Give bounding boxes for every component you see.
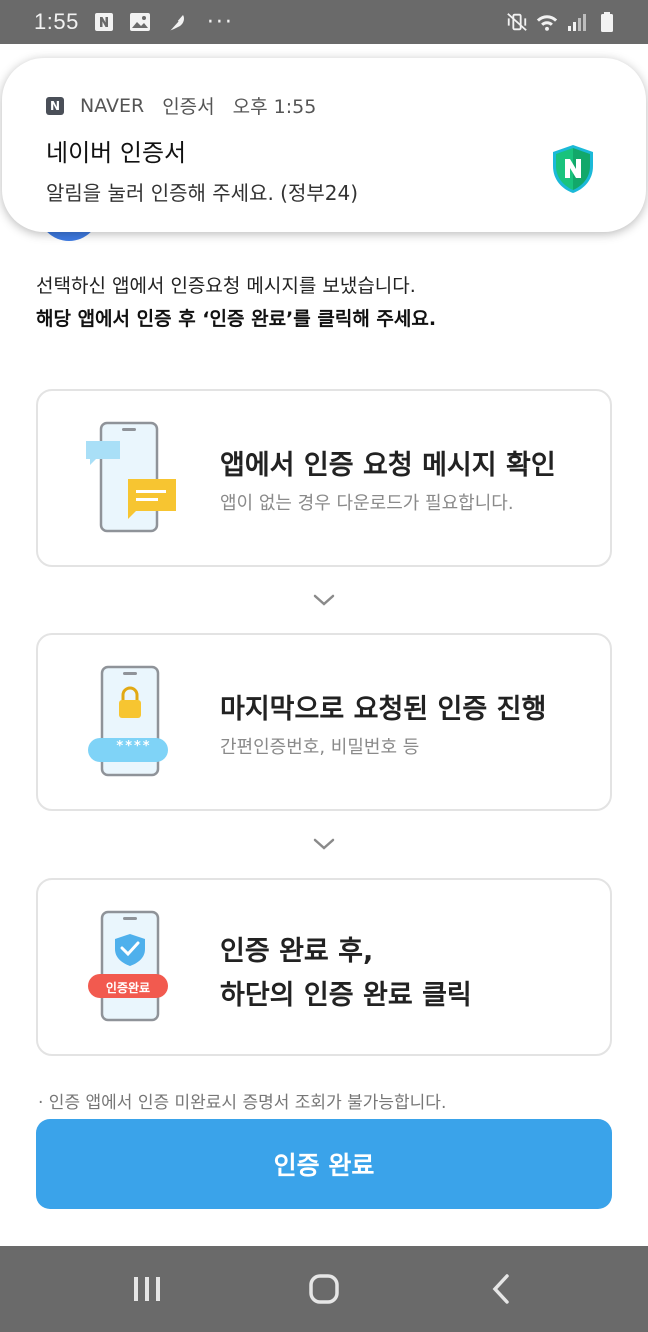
naver-certificate-shield-icon	[553, 145, 593, 193]
step3-title-line1: 인증 완료 후,	[220, 936, 374, 967]
status-time: 1:55	[34, 9, 79, 34]
feather-icon	[165, 11, 187, 33]
back-icon	[492, 1274, 510, 1304]
step1-title: 앱에서 인증 요청 메시지 확인	[220, 450, 556, 481]
back-button[interactable]	[471, 1259, 531, 1319]
step-card-check-message: 앱에서 인증 요청 메시지 확인 앱이 없는 경우 다운로드가 필요합니다.	[36, 389, 612, 567]
step-card-proceed-auth: **** 마지막으로 요청된 인증 진행 간편인증번호, 비밀번호 등	[36, 633, 612, 811]
naver-app-icon: N	[46, 96, 64, 115]
intro-text: 선택하신 앱에서 인증요청 메시지를 보냈습니다. 해당 앱에서 인증 후 ‘인…	[36, 270, 616, 336]
mute-vibrate-icon	[506, 11, 528, 33]
notice-text: · 인증 앱에서 인증 미완료시 증명서 조회가 불가능합니다.	[38, 1093, 447, 1113]
more-notifications-dots: ···	[206, 9, 234, 35]
chevron-down-icon	[313, 594, 335, 606]
wifi-icon	[536, 11, 558, 33]
status-right	[506, 11, 618, 33]
chevron-down-icon	[313, 838, 335, 850]
recent-apps-icon	[133, 1277, 160, 1301]
step2-subtitle: 간편인증번호, 비밀번호 등	[220, 737, 420, 758]
notification-time: 오후 1:55	[232, 96, 317, 118]
step3-title-line2: 하단의 인증 완료 클릭	[220, 980, 472, 1011]
battery-icon	[596, 11, 618, 33]
status-left: 1:55 ···	[34, 9, 234, 35]
step2-title: 마지막으로 요청된 인증 진행	[220, 694, 547, 725]
home-button[interactable]	[294, 1259, 354, 1319]
complete-badge: 인증완료	[105, 981, 151, 995]
recent-apps-button[interactable]	[117, 1259, 177, 1319]
naver-n-icon	[93, 11, 115, 33]
notification-channel: 인증서	[162, 96, 215, 118]
phone-message-illustration	[86, 421, 176, 533]
notification-app-name: NAVER	[80, 94, 145, 117]
intro-line2: 해당 앱에서 인증 후 ‘인증 완료’를 클릭해 주세요.	[36, 308, 437, 330]
signal-icon	[566, 11, 588, 33]
navigation-bar	[0, 1246, 648, 1332]
auth-complete-button[interactable]: 인증 완료	[36, 1119, 612, 1209]
step3-title: 인증 완료 후, 하단의 인증 완료 클릭	[220, 930, 472, 1018]
notification-body: 알림을 눌러 인증해 주세요. (정부24)	[46, 181, 359, 205]
home-icon	[309, 1274, 339, 1304]
step-card-complete: 인증완료 인증 완료 후, 하단의 인증 완료 클릭	[36, 878, 612, 1056]
password-badge: ****	[116, 739, 152, 754]
step1-subtitle: 앱이 없는 경우 다운로드가 필요합니다.	[220, 493, 514, 514]
intro-line1: 선택하신 앱에서 인증요청 메시지를 보냈습니다.	[36, 275, 416, 297]
image-icon	[129, 11, 151, 33]
phone-lock-illustration	[88, 665, 168, 777]
phone-shield-illustration	[88, 910, 168, 1022]
status-bar: 1:55 ···	[0, 0, 648, 44]
notification-header: N NAVER 인증서 오후 1:55	[46, 92, 316, 119]
notification-title: 네이버 인증서	[46, 139, 187, 167]
